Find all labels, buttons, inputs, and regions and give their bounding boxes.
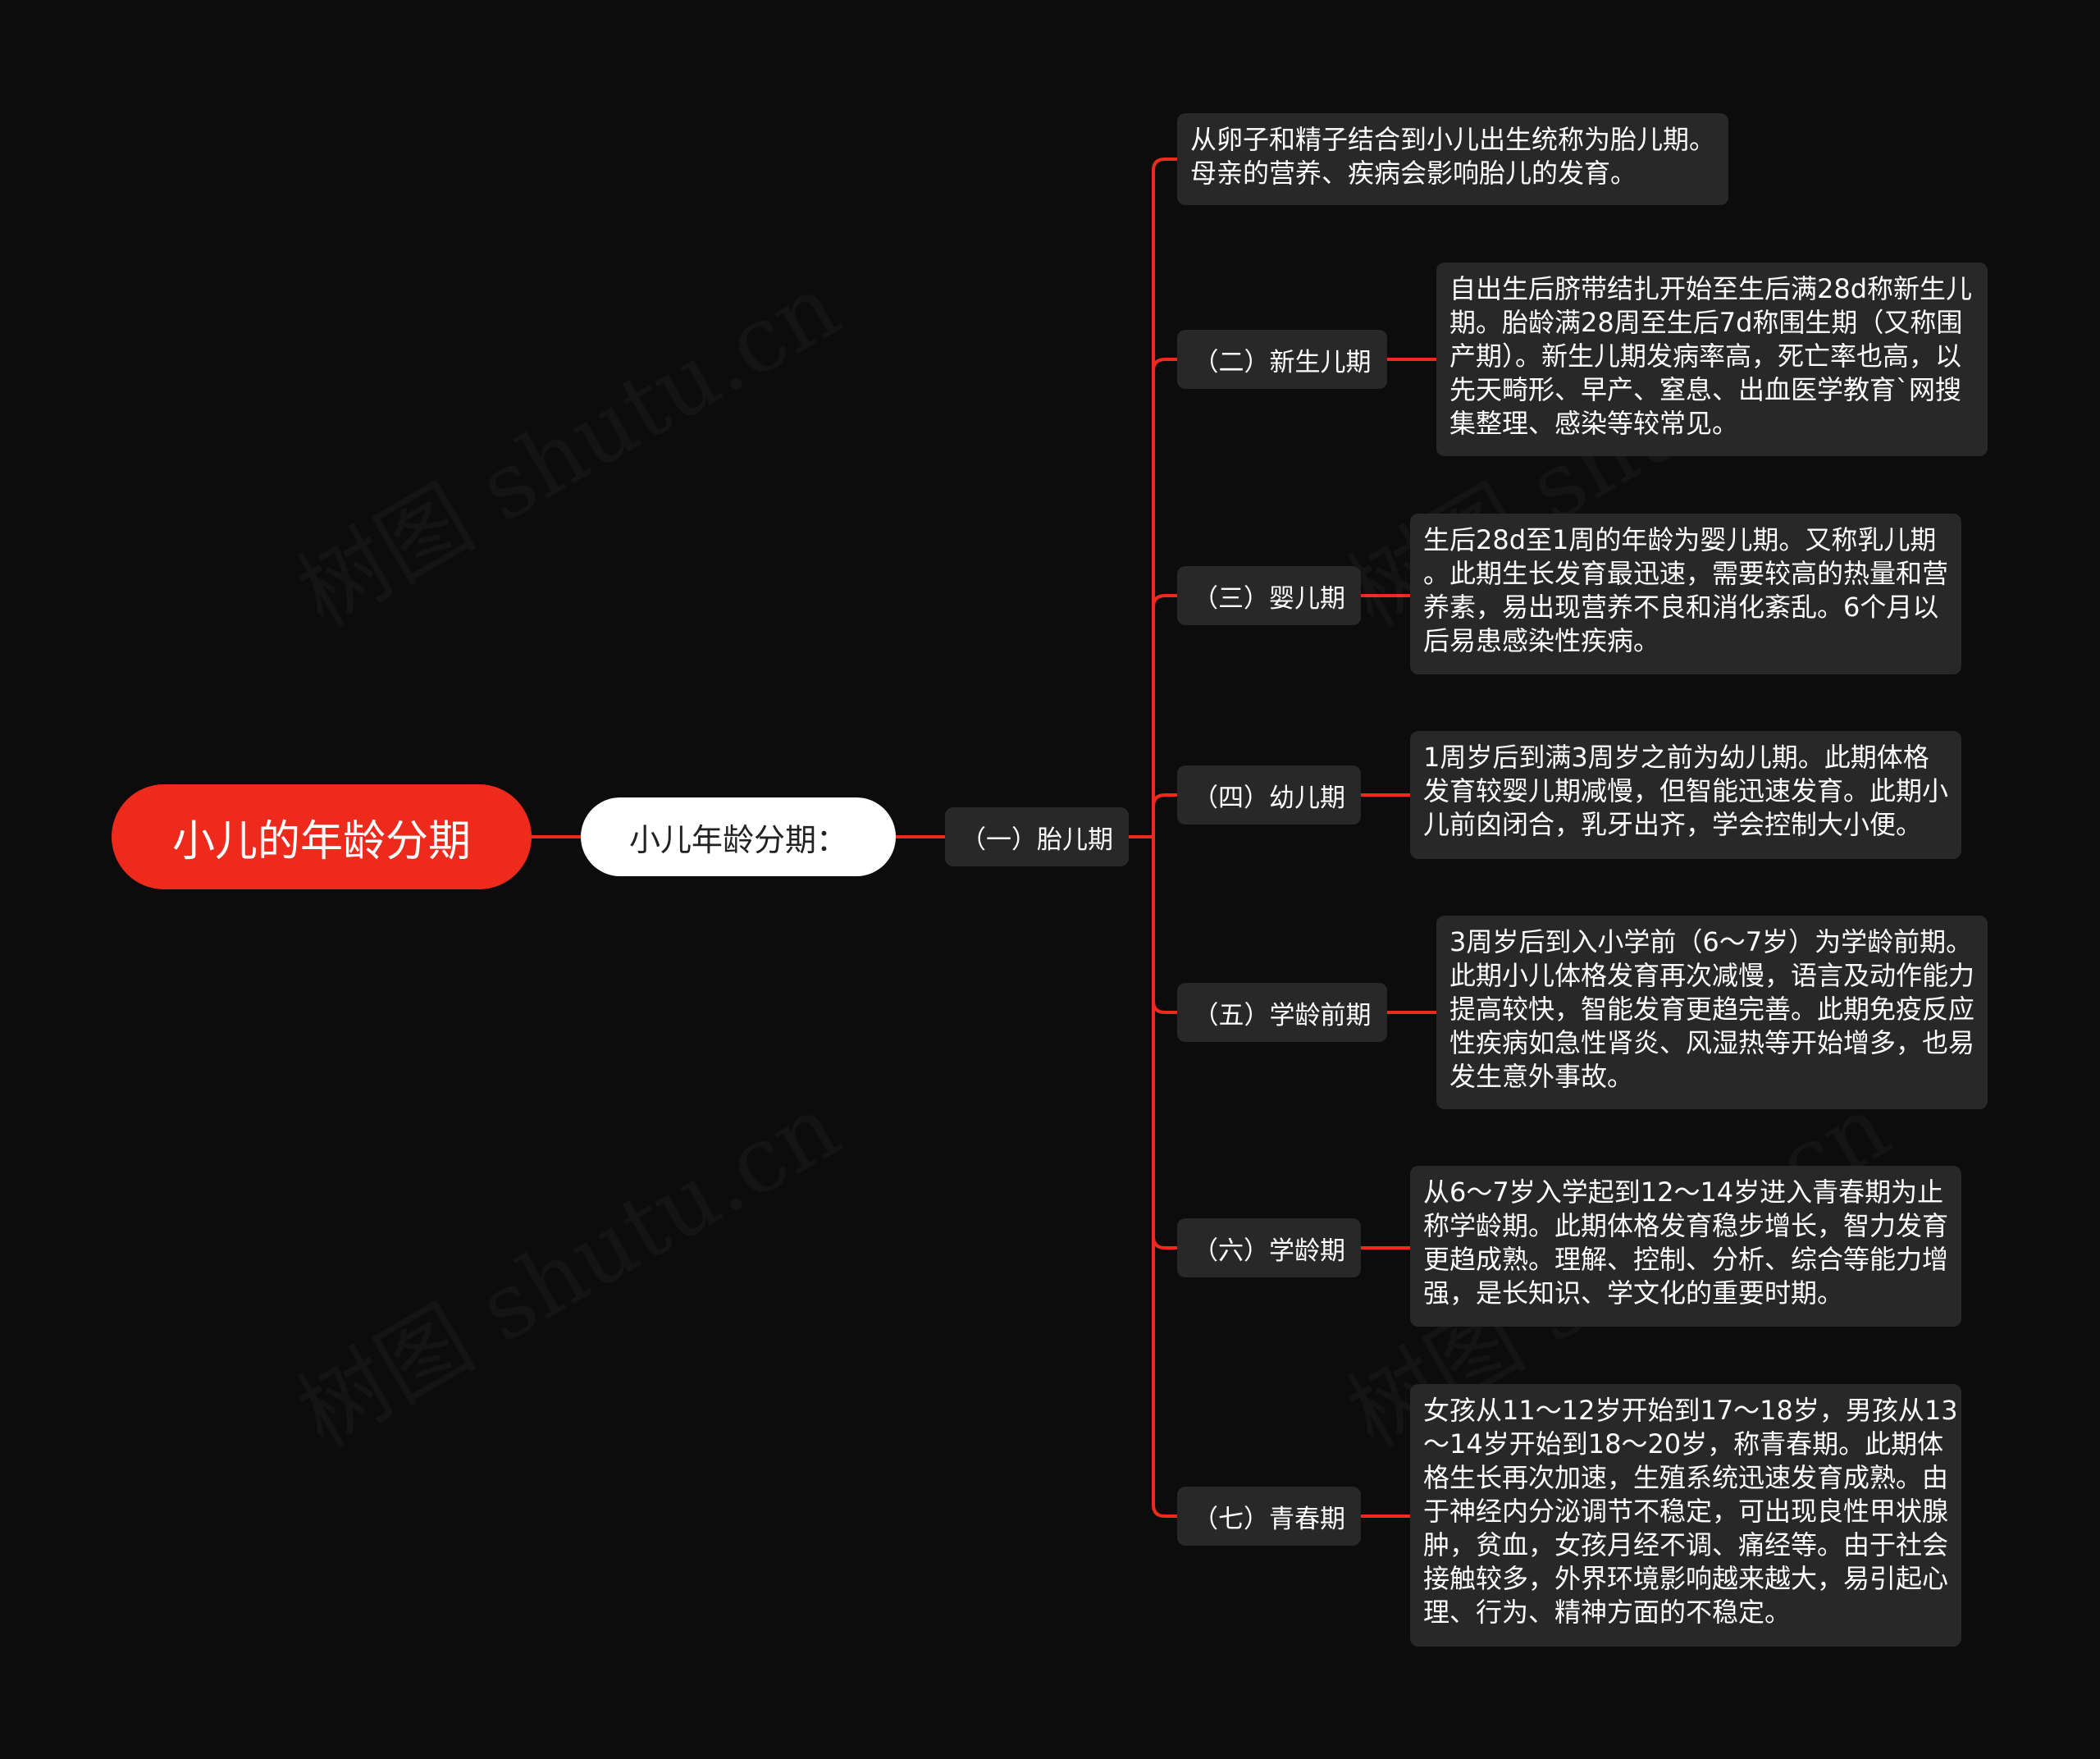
period-node-adolescence[interactable]: （七）青春期 [1177, 1487, 1361, 1546]
period-desc-preschool: 3周岁后到入小学前（6～7岁）为学龄前期。 此期小儿体格发育再次减慢，语言及动作… [1436, 916, 1988, 1109]
period-node-fetal[interactable]: （一）胎儿期 [945, 807, 1129, 866]
period-node-school[interactable]: （六）学龄期 [1177, 1218, 1361, 1277]
connector-fetal-school [1152, 837, 1177, 1250]
period-node-neonatal[interactable]: （二）新生儿期 [1177, 330, 1387, 389]
mind-map-canvas: 树图 shutu.cn 树图 shutu.cn 树图 shutu.cn 树图 s… [0, 0, 2100, 1759]
age-periods-node[interactable]: 小儿年龄分期： [581, 797, 896, 876]
connector-fetal-toddler [1152, 793, 1177, 837]
period-desc-fetal: 从卵子和精子结合到小儿出生统称为胎儿期。 母亲的营养、疾病会影响胎儿的发育。 [1177, 113, 1728, 205]
period-desc-infant: 生后28d至1周的年龄为婴儿期。又称乳儿期 。此期生长发育最迅速，需要较高的热量… [1410, 514, 1961, 674]
period-node-preschool[interactable]: （五）学龄前期 [1177, 983, 1387, 1042]
connector-fetal-preschool [1152, 837, 1177, 1014]
connector-fetal-desc [1152, 158, 1177, 837]
root-node[interactable]: 小儿的年龄分期 [112, 784, 532, 889]
period-desc-adolescence: 女孩从11～12岁开始到17～18岁，男孩从13 ～14岁开始到18～20岁，称… [1410, 1384, 1961, 1647]
connector-fetal-adolescence [1152, 837, 1177, 1518]
period-node-infant[interactable]: （三）婴儿期 [1177, 566, 1361, 625]
period-desc-toddler: 1周岁后到满3周岁之前为幼儿期。此期体格 发育较婴儿期减慢，但智能迅速发育。此期… [1410, 731, 1961, 859]
period-desc-neonatal: 自出生后脐带结扎开始至生后满28d称新生儿 期。胎龄满28周至生后7d称围生期（… [1436, 263, 1988, 456]
period-desc-school: 从6～7岁入学起到12～14岁进入青春期为止 称学龄期。此期体格发育稳步增长，智… [1410, 1166, 1961, 1327]
connector-fetal-infant [1152, 594, 1177, 837]
period-node-toddler[interactable]: （四）幼儿期 [1177, 765, 1361, 825]
